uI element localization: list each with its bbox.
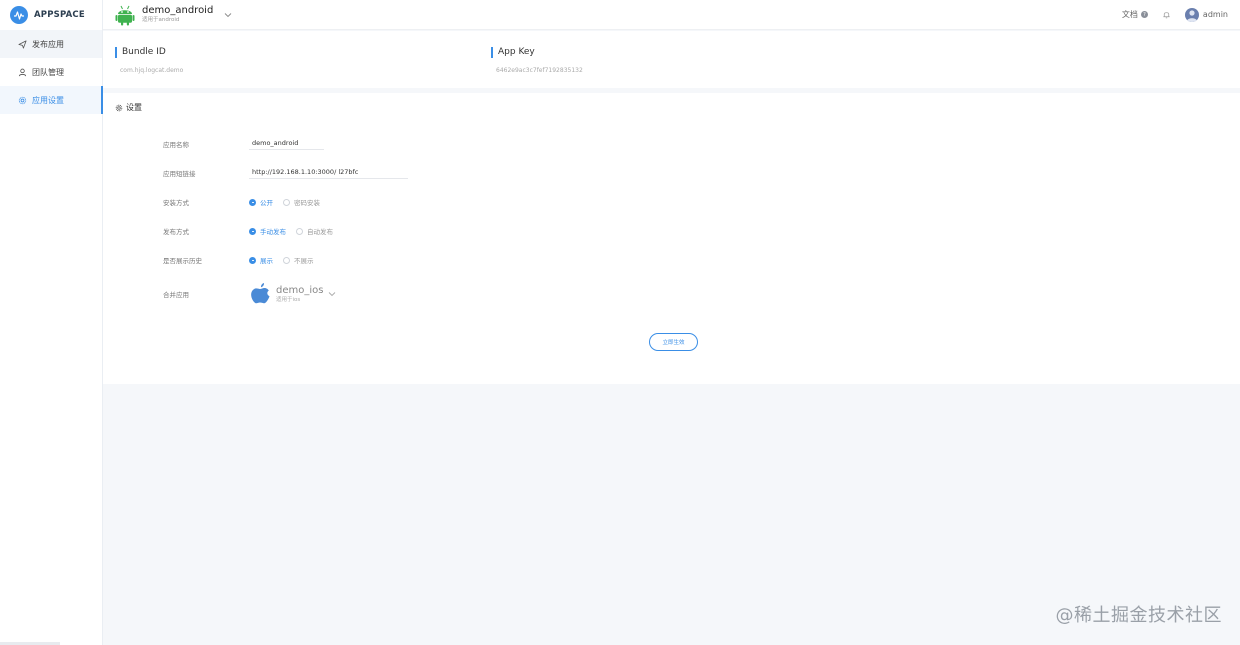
publish-manual-radio[interactable]: 手动发布 [249,226,286,236]
app-link-label: 应用短链接 [163,169,196,178]
app-key-block: App Key 6462e9ac3c7fef7192835132 [491,47,583,74]
sidebar-item-publish[interactable]: 发布应用 [0,30,102,58]
bundle-id-block: Bundle ID com.hjq.logcat.demo [115,47,183,74]
docs-label: 文档 [1121,10,1138,19]
app-platform: 适用于android [142,17,180,23]
form-row-history: 是否展示历史 展示 不展示 [163,255,314,265]
team-icon [18,68,27,77]
form-row-install: 安装方式 公开 密码安装 [163,197,320,207]
radio-label: 密码安装 [294,199,320,207]
app-name-input[interactable] [249,137,324,150]
install-mode-label: 安装方式 [163,199,189,207]
settings-header: 设置 [115,102,142,113]
radio-checked-icon [249,227,256,235]
app-key-value: 6462e9ac3c7fef7192835132 [496,67,583,74]
install-public-radio[interactable]: 公开 [249,197,273,207]
bundle-id-label: Bundle ID [115,47,183,58]
form-row-link: 应用短链接 [163,166,408,179]
question-icon: ? [1140,11,1148,18]
radio-checked-icon [249,198,256,206]
radio-label: 公开 [260,199,273,207]
gear-icon [18,96,27,105]
radio-unchecked-icon [283,256,290,264]
apply-now-button[interactable]: 立即生效 [649,333,698,351]
radio-checked-icon [249,256,256,264]
user-name: admin [1202,10,1228,19]
history-hide-radio[interactable]: 不展示 [283,255,314,265]
form-row-publish: 发布方式 手动发布 自动发布 [163,226,333,236]
sidebar-item-settings[interactable]: 应用设置 [0,86,103,114]
app-name: demo_android [142,5,214,16]
send-icon [18,39,27,49]
docs-link[interactable]: 文档 ? [1122,9,1148,20]
radio-unchecked-icon [296,227,303,235]
app-link-input[interactable] [249,166,408,179]
app-switcher[interactable]: demo_android 适用于android [103,4,232,26]
sidebar-item-label: 团队管理 [32,67,64,77]
radio-unchecked-icon [283,198,290,206]
radio-label: 不展示 [294,257,314,265]
top-header: demo_android 适用于android 文档 ? admin [103,0,1240,30]
merge-app-name: demo_ios [276,284,324,296]
brand[interactable]: APPSPACE [0,0,102,30]
radio-label: 手动发布 [260,228,286,236]
user-menu[interactable]: admin [1184,7,1228,22]
install-password-radio[interactable]: 密码安装 [283,197,320,207]
sidebar-item-label: 发布应用 [32,39,64,49]
watermark-text: @稀土掘金技术社区 [1055,605,1222,626]
install-mode-radio-group: 公开 密码安装 [249,197,320,207]
radio-label: 展示 [260,257,273,265]
form-row-name: 应用名称 [163,137,324,150]
merge-app-platform: 适用于ios [276,296,301,303]
bell-icon[interactable] [1162,10,1171,19]
form-row-merge: 合并应用 demo_ios 适用于ios [163,282,336,306]
avatar [1184,7,1199,22]
chevron-down-icon [329,292,336,297]
sidebar-item-team[interactable]: 团队管理 [0,58,102,86]
appspace-logo-icon [10,6,28,24]
brand-name: APPSPACE [34,10,85,20]
history-show-radio[interactable]: 展示 [249,255,273,265]
settings-card: 设置 应用名称 应用短链接 安装方式 公开 密码安装 发布方式 手动发布 [103,88,1240,384]
bundle-id-value: com.hjq.logcat.demo [120,67,184,74]
sidebar: APPSPACE 发布应用 团队管理 应用设置 [0,0,103,645]
show-history-radio-group: 展示 不展示 [249,255,314,265]
merge-app-select[interactable]: demo_ios 适用于ios [249,282,336,306]
sidebar-item-label: 应用设置 [32,95,64,105]
radio-label: 自动发布 [307,228,333,236]
publish-mode-radio-group: 手动发布 自动发布 [249,226,333,236]
android-icon [115,5,135,25]
app-info-card: Bundle ID com.hjq.logcat.demo App Key 64… [103,31,1240,88]
publish-mode-label: 发布方式 [163,228,189,236]
chevron-down-icon [224,12,232,17]
show-history-label: 是否展示历史 [163,257,202,265]
apple-icon [251,283,270,304]
settings-title: 设置 [126,103,142,112]
publish-auto-radio[interactable]: 自动发布 [296,226,333,236]
gear-icon [115,104,123,111]
app-name-label: 应用名称 [163,140,189,149]
merge-app-label: 合并应用 [163,291,189,299]
app-key-label: App Key [491,47,583,58]
